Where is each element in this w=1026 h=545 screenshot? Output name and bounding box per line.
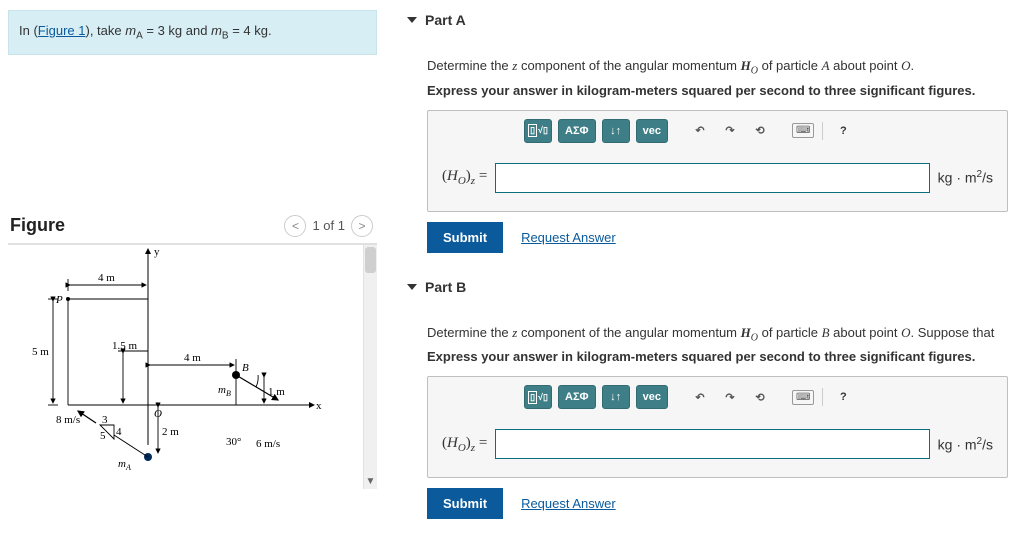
vec-button[interactable]: vec [636,385,668,409]
pager-next-button[interactable]: > [351,215,373,237]
part-b-request-answer-link[interactable]: Request Answer [521,496,616,511]
svg-text:5: 5 [100,430,106,442]
part-a-units: kg · m2/s [938,169,993,186]
part-b-submit-button[interactable]: Submit [427,488,503,519]
subscript-button[interactable]: ↓↑ [602,119,630,143]
figure-pager: < 1 of 1 > [284,215,373,237]
svg-text:mA: mA [118,458,131,472]
keyboard-button[interactable]: ⌨ [792,390,814,405]
ps-mid: ), take [86,23,126,38]
figure-diagram: y x O P 4 [8,245,348,491]
chevron-down-icon[interactable] [407,17,417,23]
reset-button[interactable]: ⟲ [748,385,772,409]
part-b-units: kg · m2/s [938,436,993,453]
part-a-request-answer-link[interactable]: Request Answer [521,230,616,245]
subscript-button[interactable]: ↓↑ [602,385,630,409]
svg-text:B: B [242,362,249,374]
svg-text:y: y [154,246,160,258]
vec-button[interactable]: vec [636,119,668,143]
part-b-answer-input[interactable] [495,429,929,459]
problem-statement: In (Figure 1), take mA = 3 kg and mB = 4… [8,10,377,55]
part-a-title: Part A [425,12,466,28]
mB-symbol: m [211,23,222,38]
undo-button[interactable]: ↶ [688,119,712,143]
svg-text:mB: mB [218,384,231,398]
figure-link[interactable]: Figure 1 [38,23,86,38]
part-b-answer-panel: ▯√▯ ΑΣΦ ↓↑ vec ↶ ↷ ⟲ ⌨ ? [427,376,1008,478]
part-a-submit-button[interactable]: Submit [427,222,503,253]
part-a-answer-input[interactable] [495,163,929,193]
redo-button[interactable]: ↷ [718,385,742,409]
help-button[interactable]: ? [831,119,855,143]
svg-text:5 m: 5 m [32,346,49,358]
mB-subscript: B [222,31,229,42]
svg-text:3: 3 [102,414,108,426]
undo-button[interactable]: ↶ [688,385,712,409]
svg-text:x: x [316,400,322,412]
reset-button[interactable]: ⟲ [748,119,772,143]
part-b-description: Determine the z component of the angular… [427,325,1008,344]
part-a-description: Determine the z component of the angular… [427,58,1008,77]
part-a-instruction: Express your answer in kilogram-meters s… [427,83,1008,98]
pager-prev-button[interactable]: < [284,215,306,237]
part-a-lhs: (HO)z = [442,168,487,187]
svg-text:6 m/s: 6 m/s [256,438,280,450]
help-button[interactable]: ? [831,385,855,409]
pager-text: 1 of 1 [312,218,345,233]
part-a-answer-panel: ▯√▯ ΑΣΦ ↓↑ vec ↶ ↷ ⟲ ⌨ ? [427,110,1008,212]
redo-button[interactable]: ↷ [718,119,742,143]
greek-button[interactable]: ΑΣΦ [558,119,596,143]
mA-value: = 3 kg and [143,23,211,38]
mB-value: = 4 kg. [229,23,272,38]
svg-text:4 m: 4 m [184,352,201,364]
part-b-instruction: Express your answer in kilogram-meters s… [427,349,1008,364]
svg-text:8 m/s: 8 m/s [56,414,80,426]
figure-scrollbar[interactable]: ▼ [363,245,377,489]
chevron-down-icon[interactable] [407,284,417,290]
templates-button[interactable]: ▯√▯ [524,119,552,143]
greek-button[interactable]: ΑΣΦ [558,385,596,409]
svg-text:1 m: 1 m [268,386,285,398]
svg-text:4: 4 [116,426,122,438]
part-b-title: Part B [425,279,466,295]
part-b-lhs: (HO)z = [442,435,487,454]
ps-prefix: In ( [19,23,38,38]
templates-button[interactable]: ▯√▯ [524,385,552,409]
mA-subscript: A [136,31,143,42]
keyboard-button[interactable]: ⌨ [792,123,814,138]
figure-title: Figure [10,215,65,236]
mA-symbol: m [125,23,136,38]
svg-text:P: P [55,294,63,306]
svg-text:2 m: 2 m [162,426,179,438]
svg-text:4 m: 4 m [98,272,115,284]
svg-text:1.5 m: 1.5 m [112,340,138,352]
svg-text:30°: 30° [226,436,241,448]
